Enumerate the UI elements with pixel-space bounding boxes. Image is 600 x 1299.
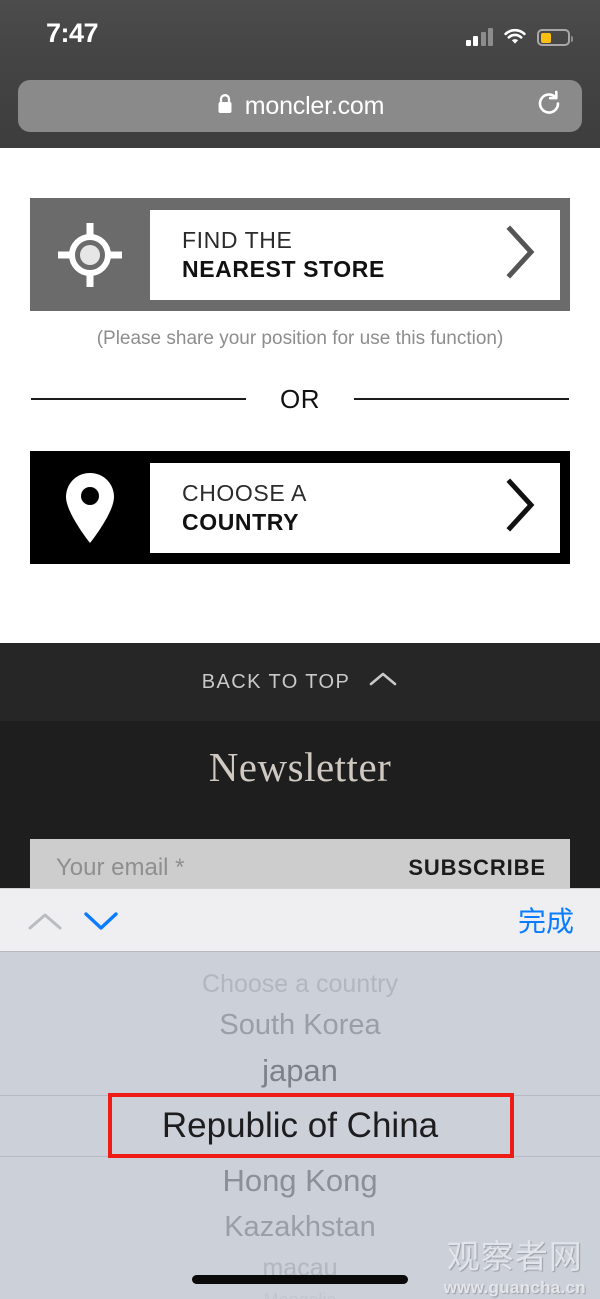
address-bar[interactable]: moncler.com [18, 80, 582, 132]
browser-chrome: 7:47 moncler.com [0, 0, 600, 148]
site-footer: BACK TO TOP Newsletter Your email * SUBS… [0, 643, 600, 897]
status-bar-time: 7:47 [46, 18, 99, 48]
crosshair-location-icon [30, 219, 150, 291]
divider-label: OR [280, 383, 320, 414]
cellular-signal-icon [465, 28, 493, 46]
chevron-up-icon [368, 670, 398, 694]
watermark: 观察者网 www.guancha.cn [444, 1230, 586, 1298]
choose-country-label: CHOOSE A COUNTRY [182, 479, 307, 535]
map-pin-icon [30, 470, 150, 546]
picker-done-button[interactable]: 完成 [518, 900, 574, 940]
divider-line-left [31, 398, 246, 400]
choose-a-country-inner[interactable]: CHOOSE A COUNTRY [150, 462, 560, 553]
picker-next-field-button[interactable] [80, 907, 122, 940]
lock-icon [216, 93, 234, 120]
picker-selection-line-bottom [0, 1156, 600, 1157]
find-store-line1: FIND THE [182, 227, 293, 254]
reload-icon[interactable] [534, 89, 564, 124]
battery-icon [537, 29, 573, 46]
find-nearest-store-inner[interactable]: FIND THE NEAREST STORE [150, 209, 560, 300]
find-nearest-store-label: FIND THE NEAREST STORE [182, 226, 385, 282]
picker-option[interactable]: japan [0, 1047, 600, 1095]
find-store-line2: NEAREST STORE [182, 255, 385, 282]
picker-option[interactable]: Hong Kong [0, 1157, 600, 1205]
chevron-right-icon [502, 224, 538, 285]
home-indicator [192, 1275, 408, 1284]
page-content: FIND THE NEAREST STORE (Please share you… [0, 148, 600, 643]
share-position-note: (Please share your position for use this… [96, 328, 504, 349]
back-to-top-label: BACK TO TOP [201, 670, 351, 693]
back-to-top-button[interactable]: BACK TO TOP [0, 643, 600, 721]
choose-country-line2: COUNTRY [182, 508, 300, 535]
watermark-site-name: 观察者网 [446, 1237, 583, 1276]
email-input[interactable]: Your email * [56, 854, 185, 882]
picker-previous-field-button[interactable] [24, 907, 66, 940]
wifi-icon [503, 28, 527, 46]
watermark-site-url: www.guancha.cn [443, 1278, 586, 1297]
subscribe-button[interactable]: SUBSCRIBE [408, 855, 546, 881]
picker-toolbar: 完成 [0, 888, 600, 952]
picker-option[interactable]: Choose a country [0, 965, 600, 1003]
divider-line-right [354, 398, 569, 400]
picker-selection-line-top [0, 1095, 600, 1096]
phone-screen: 7:47 moncler.com FIND THE NEAREST STORE … [0, 0, 600, 1299]
status-bar-indicators [465, 22, 573, 46]
newsletter-title: Newsletter [208, 744, 392, 790]
address-bar-url: moncler.com [244, 91, 385, 120]
choose-country-line1: CHOOSE A [182, 480, 307, 507]
status-bar: 7:47 [0, 0, 600, 62]
or-divider: OR [0, 381, 600, 417]
picker-option[interactable]: South Korea [0, 1003, 600, 1047]
picker-option-selected[interactable]: Republic of China [0, 1095, 600, 1157]
chevron-right-icon [502, 477, 538, 538]
find-nearest-store-button[interactable]: FIND THE NEAREST STORE [30, 198, 570, 311]
choose-a-country-button[interactable]: CHOOSE A COUNTRY [30, 451, 570, 564]
